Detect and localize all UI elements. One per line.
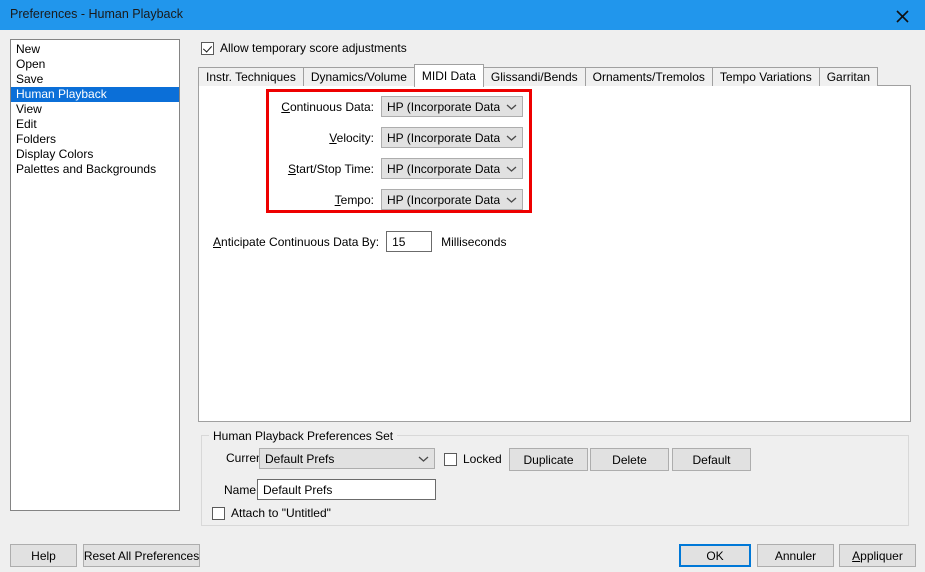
combobox-ontinuous-data[interactable]: HP (Incorporate Data): [381, 96, 523, 117]
duplicate-button-label: Duplicate: [523, 453, 573, 467]
delete-button-label: Delete: [612, 453, 647, 467]
tab-tempo-variations[interactable]: Tempo Variations: [712, 67, 820, 86]
current-prefs-value: Default Prefs: [260, 452, 412, 466]
combobox-empo[interactable]: HP (Incorporate Data): [381, 189, 523, 210]
anticipate-units-label: Milliseconds: [441, 235, 506, 249]
ok-button[interactable]: OK: [679, 544, 751, 567]
sidebar-item-palettes-and-backgrounds[interactable]: Palettes and Backgrounds: [11, 162, 179, 177]
field-row-elocity: Velocity: HP (Incorporate Data): [278, 127, 523, 148]
chevron-down-icon: [500, 97, 522, 116]
sidebar-item-human-playback[interactable]: Human Playback: [11, 87, 179, 102]
sidebar-item-open[interactable]: Open: [11, 57, 179, 72]
cancel-button-label: Annuler: [775, 549, 816, 563]
field-label-rest-1: elocity:: [337, 131, 374, 145]
attach-to-untitled-label: Attach to "Untitled": [231, 506, 331, 520]
anticipate-continuous-data-row: Anticipate Continuous Data By: Milliseco…: [213, 231, 506, 252]
field-mnemonic-1: V: [329, 131, 336, 145]
field-label-rest-2: tart/Stop Time:: [296, 162, 374, 176]
tab-dynamics-volume[interactable]: Dynamics/Volume: [303, 67, 415, 86]
combobox-tart-stop-time[interactable]: HP (Incorporate Data): [381, 158, 523, 179]
sidebar-item-view[interactable]: View: [11, 102, 179, 117]
ok-button-label: OK: [706, 549, 723, 563]
tab-glissandi-bends[interactable]: Glissandi/Bends: [483, 67, 586, 86]
locked-row[interactable]: Locked: [444, 452, 502, 466]
reset-all-preferences-button[interactable]: Reset All Preferences: [83, 544, 200, 567]
tab-strip[interactable]: Instr. TechniquesDynamics/VolumeMIDI Dat…: [198, 64, 877, 86]
field-mnemonic-0: C: [281, 100, 290, 114]
field-mnemonic-2: S: [288, 162, 296, 176]
anticipate-label-rest: nticipate Continuous Data By:: [221, 235, 379, 249]
name-input[interactable]: [257, 479, 436, 500]
anticipate-mnemonic: A: [213, 235, 221, 249]
chevron-down-icon: [500, 159, 522, 178]
apply-button-label: Appliquer: [852, 549, 903, 563]
field-label-rest-0: ontinuous Data:: [290, 100, 374, 114]
locked-label: Locked: [463, 452, 502, 466]
combobox-value-3: HP (Incorporate Data): [382, 193, 500, 207]
chevron-down-icon: [412, 449, 434, 468]
sidebar-item-folders[interactable]: Folders: [11, 132, 179, 147]
combobox-elocity[interactable]: HP (Incorporate Data): [381, 127, 523, 148]
tab-midi-data[interactable]: MIDI Data: [414, 64, 484, 87]
sidebar-item-display-colors[interactable]: Display Colors: [11, 147, 179, 162]
field-label-3: Tempo:: [278, 193, 374, 207]
current-prefs-row: Current:: [226, 451, 233, 465]
attach-to-untitled-row[interactable]: Attach to "Untitled": [212, 506, 331, 520]
combobox-value-2: HP (Incorporate Data): [382, 162, 500, 176]
allow-temporary-score-adjustments-row[interactable]: Allow temporary score adjustments: [201, 41, 407, 55]
chevron-down-icon: [500, 128, 522, 147]
close-button[interactable]: [880, 0, 925, 30]
field-row-ontinuous-data: Continuous Data: HP (Incorporate Data): [278, 96, 523, 117]
reset-all-preferences-label: Reset All Preferences: [84, 549, 199, 563]
tab-garritan[interactable]: Garritan: [819, 67, 878, 86]
allow-temporary-score-adjustments-label: Allow temporary score adjustments: [220, 41, 407, 55]
field-row-empo: Tempo: HP (Incorporate Data): [278, 189, 523, 210]
default-button[interactable]: Default: [672, 448, 751, 471]
delete-button[interactable]: Delete: [590, 448, 669, 471]
sidebar-item-save[interactable]: Save: [11, 72, 179, 87]
field-label-0: Continuous Data:: [278, 100, 374, 114]
chevron-down-icon: [500, 190, 522, 209]
allow-temporary-score-adjustments-checkbox[interactable]: [201, 42, 214, 55]
tab-ornaments-tremolos[interactable]: Ornaments/Tremolos: [585, 67, 713, 86]
name-label: Name:: [224, 483, 259, 497]
field-row-tart-stop-time: Start/Stop Time: HP (Incorporate Data): [278, 158, 523, 179]
window-titlebar: Preferences - Human Playback: [0, 0, 925, 30]
field-label-1: Velocity:: [278, 131, 374, 145]
combobox-value-0: HP (Incorporate Data): [382, 100, 500, 114]
anticipate-continuous-data-input[interactable]: [386, 231, 432, 252]
tab-instr-techniques[interactable]: Instr. Techniques: [198, 67, 304, 86]
human-playback-preferences-set-title: Human Playback Preferences Set: [209, 429, 397, 443]
field-label-2: Start/Stop Time:: [278, 162, 374, 176]
dialog-button-bar: Help Reset All Preferences OK Annuler Ap…: [0, 536, 925, 572]
attach-to-untitled-checkbox[interactable]: [212, 507, 225, 520]
duplicate-button[interactable]: Duplicate: [509, 448, 588, 471]
current-prefs-combobox[interactable]: Default Prefs: [259, 448, 435, 469]
combobox-value-1: HP (Incorporate Data): [382, 131, 500, 145]
field-label-rest-3: empo:: [341, 193, 374, 207]
anticipate-continuous-data-label: Anticipate Continuous Data By:: [213, 235, 379, 249]
sidebar-item-new[interactable]: New: [11, 42, 179, 57]
sidebar-item-edit[interactable]: Edit: [11, 117, 179, 132]
locked-checkbox[interactable]: [444, 453, 457, 466]
apply-button[interactable]: Appliquer: [839, 544, 916, 567]
help-button[interactable]: Help: [10, 544, 77, 567]
cancel-button[interactable]: Annuler: [757, 544, 834, 567]
default-button-label: Default: [692, 453, 730, 467]
preferences-category-list[interactable]: NewOpenSaveHuman PlaybackViewEditFolders…: [10, 39, 180, 511]
help-button-label: Help: [31, 549, 56, 563]
window-title: Preferences - Human Playback: [10, 7, 183, 21]
